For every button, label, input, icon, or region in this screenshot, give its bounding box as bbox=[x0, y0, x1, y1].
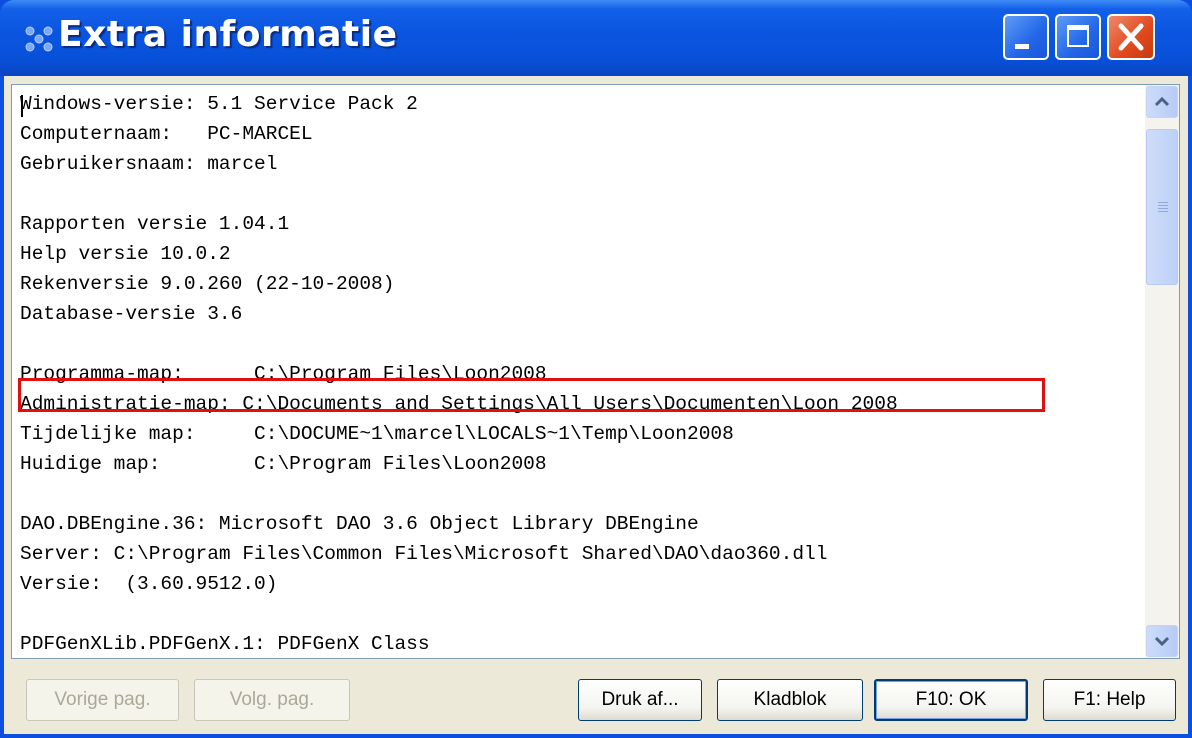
app-icon bbox=[25, 26, 53, 52]
extra-informatie-window: Extra informatie Windows-versie: 5.1 Ser… bbox=[0, 0, 1192, 738]
text-caret bbox=[21, 95, 23, 117]
scroll-down-button[interactable] bbox=[1146, 625, 1178, 657]
scrollbar-thumb[interactable] bbox=[1146, 129, 1178, 285]
maximize-icon bbox=[1067, 25, 1089, 47]
grip-icon bbox=[1158, 202, 1168, 203]
close-icon bbox=[1118, 23, 1144, 51]
close-button[interactable] bbox=[1107, 14, 1155, 60]
info-line: Versie: (3.60.9512.0) bbox=[20, 573, 278, 595]
info-line: Help versie 10.0.2 bbox=[20, 243, 231, 265]
minimize-icon bbox=[1015, 44, 1029, 49]
info-line bbox=[20, 329, 898, 359]
info-line bbox=[20, 599, 898, 629]
info-line: Rapporten versie 1.04.1 bbox=[20, 213, 290, 235]
notepad-button[interactable]: Kladblok bbox=[717, 679, 863, 721]
ok-button[interactable]: F10: OK bbox=[874, 679, 1028, 721]
scroll-down-icon bbox=[1154, 636, 1170, 647]
info-line: Computernaam: PC-MARCEL bbox=[20, 123, 313, 145]
info-text-lines: Windows-versie: 5.1 Service Pack 2 Comput… bbox=[20, 89, 898, 658]
administratie-map-highlight bbox=[18, 378, 1045, 412]
title-bar[interactable]: Extra informatie bbox=[0, 0, 1192, 76]
minimize-button[interactable] bbox=[1003, 14, 1049, 60]
info-line: PDFGenXLib.PDFGenX.1: PDFGenX Class bbox=[20, 633, 430, 655]
info-line bbox=[20, 479, 898, 509]
scroll-up-icon bbox=[1154, 96, 1170, 107]
help-button[interactable]: F1: Help bbox=[1043, 679, 1176, 721]
info-line: Rekenversie 9.0.260 (22-10-2008) bbox=[20, 273, 395, 295]
vertical-scrollbar[interactable] bbox=[1145, 85, 1179, 658]
print-button[interactable]: Druk af... bbox=[578, 679, 702, 721]
info-line: Tijdelijke map: C:\DOCUME~1\marcel\LOCAL… bbox=[20, 423, 734, 445]
dialog-client-area: Windows-versie: 5.1 Service Pack 2 Comput… bbox=[4, 76, 1188, 734]
info-line bbox=[20, 179, 898, 209]
info-text-area[interactable]: Windows-versie: 5.1 Service Pack 2 Comput… bbox=[11, 84, 1180, 659]
scroll-up-button[interactable] bbox=[1146, 86, 1178, 118]
info-line: DAO.DBEngine.36: Microsoft DAO 3.6 Objec… bbox=[20, 513, 699, 535]
maximize-button[interactable] bbox=[1055, 14, 1101, 60]
window-title: Extra informatie bbox=[58, 14, 398, 55]
info-line: Gebruikersnaam: marcel bbox=[20, 153, 278, 175]
next-page-button[interactable]: Volg. pag. bbox=[194, 679, 350, 721]
info-line: Windows-versie: 5.1 Service Pack 2 bbox=[20, 93, 418, 115]
info-line: Database-versie 3.6 bbox=[20, 303, 243, 325]
info-line: Server: C:\Program Files\Common Files\Mi… bbox=[20, 543, 828, 565]
info-line: Huidige map: C:\Program Files\Loon2008 bbox=[20, 453, 547, 475]
previous-page-button[interactable]: Vorige pag. bbox=[26, 679, 179, 721]
